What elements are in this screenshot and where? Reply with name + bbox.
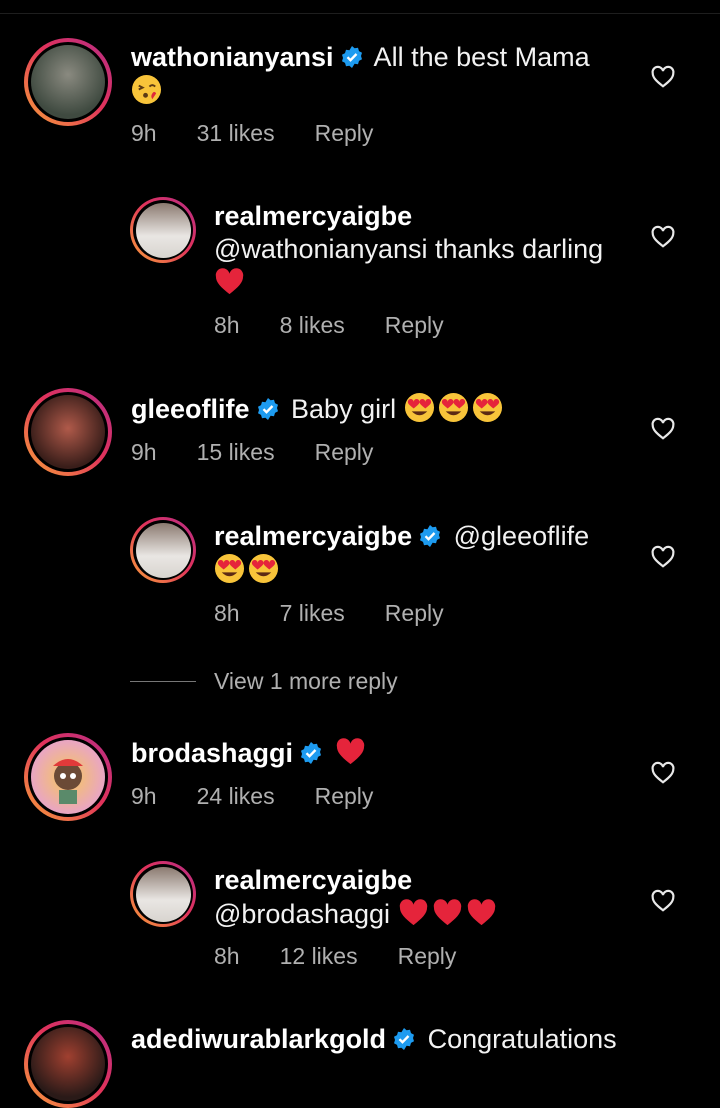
comment-text: realmercyaigbe @brodashaggi — [214, 864, 644, 931]
heart-eyes-emoji-icon — [438, 392, 468, 423]
view-more-label[interactable]: View 1 more reply — [214, 668, 398, 695]
like-heart-icon[interactable] — [650, 760, 676, 786]
like-heart-icon[interactable] — [650, 416, 676, 442]
timestamp: 9h — [131, 783, 157, 809]
avatar[interactable] — [24, 388, 112, 476]
comment-text: brodashaggi — [131, 736, 651, 770]
username[interactable]: realmercyaigbe — [214, 521, 412, 551]
likes-count[interactable]: 7 likes — [280, 600, 345, 627]
comment-body: Congratulations — [420, 1024, 617, 1054]
kiss-emoji-icon — [131, 74, 162, 105]
like-heart-icon[interactable] — [650, 544, 676, 570]
heart-eyes-emoji-icon — [404, 392, 434, 423]
verified-badge-icon — [341, 46, 362, 68]
comment-meta: 9h 31 likes Reply — [131, 120, 413, 147]
comment-body: @brodashaggi — [214, 899, 398, 929]
comment-text: realmercyaigbe @wathonianyansi thanks da… — [214, 200, 644, 300]
likes-count[interactable]: 15 likes — [197, 439, 275, 466]
comment-body — [327, 738, 335, 768]
comment-meta: 8h 12 likes Reply — [214, 943, 496, 970]
comment-body: Baby girl — [283, 394, 404, 424]
red-heart-emoji-icon — [433, 899, 461, 926]
heart-eyes-emoji-icon — [248, 553, 279, 584]
red-heart-emoji-icon — [467, 899, 495, 926]
timestamp: 8h — [214, 312, 240, 338]
red-heart-emoji-icon — [399, 899, 427, 926]
reply-button[interactable]: Reply — [398, 943, 457, 970]
avatar[interactable] — [24, 1020, 112, 1108]
comment-meta: 8h 7 likes Reply — [214, 600, 484, 627]
reply-button[interactable]: Reply — [315, 439, 374, 466]
heart-eyes-emoji-icon — [472, 392, 502, 423]
username[interactable]: gleeoflife — [131, 394, 250, 424]
comment-meta: 9h 15 likes Reply — [131, 439, 413, 466]
comment-meta: 8h 8 likes Reply — [214, 312, 484, 339]
red-heart-emoji-icon — [336, 738, 364, 765]
likes-count[interactable]: 31 likes — [197, 120, 275, 147]
cartoon-avatar-icon — [53, 759, 83, 804]
likes-count[interactable]: 24 likes — [197, 783, 275, 810]
timestamp: 9h — [131, 120, 157, 146]
reply-button[interactable]: Reply — [385, 312, 444, 339]
comment-text: adediwurablarkgold Congratulations — [131, 1023, 651, 1056]
red-heart-emoji-icon — [215, 268, 244, 295]
reply-button[interactable]: Reply — [315, 783, 374, 810]
verified-badge-icon — [420, 525, 441, 547]
verified-badge-icon — [394, 1028, 415, 1050]
verified-badge-icon — [257, 398, 278, 420]
comment-text: wathonianyansi All the best Mama — [131, 41, 651, 108]
reply-button[interactable]: Reply — [385, 600, 444, 627]
heart-eyes-emoji-icon — [214, 553, 245, 584]
comment-text: realmercyaigbe @gleeoflife — [214, 520, 644, 587]
comment-text: gleeoflife Baby girl — [131, 392, 651, 426]
verified-badge-icon — [301, 742, 322, 764]
reply-button[interactable]: Reply — [315, 120, 374, 147]
likes-count[interactable]: 8 likes — [280, 312, 345, 339]
username[interactable]: brodashaggi — [131, 738, 293, 768]
comment-body: @wathonianyansi thanks darling — [214, 234, 604, 264]
timestamp: 8h — [214, 943, 240, 969]
avatar[interactable] — [24, 38, 112, 126]
thread-line — [130, 681, 196, 682]
timestamp: 8h — [214, 600, 240, 626]
avatar[interactable] — [24, 733, 112, 821]
like-heart-icon[interactable] — [650, 64, 676, 90]
username[interactable]: realmercyaigbe — [214, 201, 412, 231]
avatar[interactable] — [130, 197, 196, 263]
comment-meta: 9h 24 likes Reply — [131, 783, 413, 810]
like-heart-icon[interactable] — [650, 224, 676, 250]
comment-body: @gleeoflife — [446, 521, 590, 551]
avatar[interactable] — [130, 861, 196, 927]
username[interactable]: wathonianyansi — [131, 42, 334, 72]
like-heart-icon[interactable] — [650, 888, 676, 914]
username[interactable]: realmercyaigbe — [214, 865, 412, 895]
top-divider — [0, 13, 720, 14]
timestamp: 9h — [131, 439, 157, 465]
comment-body: All the best Mama — [367, 42, 590, 72]
likes-count[interactable]: 12 likes — [280, 943, 358, 970]
username[interactable]: adediwurablarkgold — [131, 1024, 386, 1054]
avatar[interactable] — [130, 517, 196, 583]
view-more-replies[interactable]: View 1 more reply — [130, 668, 398, 695]
